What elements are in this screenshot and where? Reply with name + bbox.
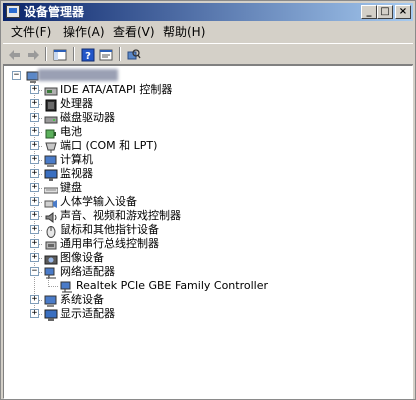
menu-file[interactable]: 文件(F) (11, 24, 51, 40)
tree-item-disk[interactable]: + 磁盘驱动器 (4, 111, 412, 125)
tree-item-ports[interactable]: + 端口 (COM 和 LPT) (4, 139, 412, 153)
expand-toggle[interactable]: + (30, 253, 39, 262)
keyboard-icon (43, 181, 59, 194)
tree-item-label: 磁盘驱动器 (60, 111, 115, 124)
minimize-button[interactable]: _ (361, 5, 377, 19)
tree-item-label: 通用串行总线控制器 (60, 237, 159, 250)
tree-item-system[interactable]: + 系统设备 (4, 293, 412, 307)
title-bar[interactable]: 设备管理器 _ □ × (3, 3, 413, 21)
toolbar-separator (73, 47, 75, 61)
tree-item-usb[interactable]: + 通用串行总线控制器 (4, 237, 412, 251)
expand-toggle[interactable]: + (30, 141, 39, 150)
expand-toggle[interactable]: + (30, 99, 39, 108)
expand-toggle[interactable]: + (30, 211, 39, 220)
tree-item-mouse[interactable]: + 鼠标和其他指针设备 (4, 223, 412, 238)
ide-controller-icon (44, 83, 58, 96)
tree-item-label: 端口 (COM 和 LPT) (60, 139, 158, 152)
expand-toggle[interactable]: + (30, 183, 39, 192)
device-manager-window: 设备管理器 _ □ × 文件(F) 操作(A) 查看(V) 帮助(H) ? − … (0, 0, 416, 400)
menu-view[interactable]: 查看(V) (113, 24, 155, 40)
device-manager-icon (6, 5, 20, 18)
tree-item-label: 系统设备 (60, 293, 104, 306)
port-icon (44, 139, 58, 153)
expand-toggle[interactable]: + (30, 169, 39, 178)
tree-item-battery[interactable]: + 电池 (4, 125, 412, 139)
maximize-button[interactable]: □ (377, 5, 393, 19)
expand-toggle[interactable]: + (30, 309, 39, 318)
expand-toggle[interactable]: + (30, 295, 39, 304)
tree-item-computer[interactable]: + 计算机 (4, 153, 412, 167)
tree-item-label: IDE ATA/ATAPI 控制器 (60, 83, 173, 96)
expand-toggle[interactable]: + (30, 85, 39, 94)
expand-toggle[interactable]: + (30, 113, 39, 122)
tree-item-label: 声音、视频和游戏控制器 (60, 209, 181, 222)
monitor-icon (44, 167, 58, 181)
tree-item-monitor[interactable]: + 监视器 (4, 167, 412, 181)
toolbar-separator (119, 47, 121, 61)
camera-icon (44, 251, 58, 265)
tree-item-network[interactable]: − 网络适配器 (4, 265, 412, 279)
tree-item-label: Realtek PCIe GBE Family Controller (76, 279, 269, 292)
back-arrow-icon[interactable] (8, 47, 22, 61)
tree-item-label: 图像设备 (60, 251, 104, 264)
expand-toggle[interactable]: + (30, 225, 39, 234)
tree-item-label: 监视器 (60, 167, 93, 180)
tree-item-imaging[interactable]: + 图像设备 (4, 251, 412, 265)
tree-item-label: 鼠标和其他指针设备 (60, 223, 159, 236)
tree-item-ide[interactable]: + IDE ATA/ATAPI 控制器 (4, 83, 412, 97)
scan-hardware-icon[interactable] (127, 47, 141, 61)
forward-arrow-icon[interactable] (26, 47, 40, 61)
hid-icon (44, 195, 58, 208)
menu-help[interactable]: 帮助(H) (163, 24, 205, 40)
network-adapter-icon (44, 265, 58, 279)
disk-drive-icon (44, 111, 58, 124)
expand-toggle[interactable]: + (30, 239, 39, 248)
expand-toggle[interactable]: + (30, 155, 39, 164)
tree-item-processor[interactable]: + 处理器 (4, 97, 412, 112)
expand-toggle[interactable]: + (30, 127, 39, 136)
battery-icon (44, 125, 58, 139)
toolbar-separator (45, 47, 47, 61)
collapse-toggle[interactable]: − (30, 267, 39, 276)
processor-icon (44, 97, 58, 112)
tree-item-realtek[interactable]: Realtek PCIe GBE Family Controller (4, 279, 412, 293)
tree-item-hid[interactable]: + 人体学输入设备 (4, 195, 412, 209)
tree-item-label: 处理器 (60, 97, 93, 110)
svg-text:?: ? (85, 51, 91, 62)
tree-item-display[interactable]: + 显示适配器 (4, 307, 412, 321)
help-icon[interactable]: ? (81, 47, 95, 62)
menu-action[interactable]: 操作(A) (63, 24, 105, 40)
expand-toggle[interactable]: + (30, 197, 39, 206)
tree-item-label: 显示适配器 (60, 307, 115, 320)
usb-icon (44, 237, 58, 250)
tree-item-keyboard[interactable]: + 键盘 (4, 181, 412, 195)
sound-icon (44, 209, 58, 223)
tree-item-label: 键盘 (60, 181, 82, 194)
tree-item-label: 电池 (60, 125, 82, 138)
menu-bar: 文件(F) 操作(A) 查看(V) 帮助(H) (3, 22, 413, 42)
device-tree: − + IDE ATA/ATAPI 控制器 + 处理器 + 磁盘驱动器 + 电池… (3, 65, 413, 399)
tree-line (48, 286, 58, 287)
computer-icon (44, 153, 58, 167)
tree-item-label: 网络适配器 (60, 265, 115, 278)
toolbar: ? (3, 43, 413, 65)
collapse-toggle[interactable]: − (12, 71, 21, 80)
redacted-computer-name (38, 69, 118, 81)
show-hide-console-tree-icon[interactable] (53, 47, 67, 61)
window-title: 设备管理器 (24, 5, 85, 19)
tree-root[interactable]: − (4, 69, 412, 83)
system-device-icon (44, 293, 58, 307)
tree-item-label: 人体学输入设备 (60, 195, 137, 208)
mouse-icon (44, 223, 58, 238)
tree-item-label: 计算机 (60, 153, 93, 166)
close-button[interactable]: × (395, 5, 411, 19)
tree-item-sound[interactable]: + 声音、视频和游戏控制器 (4, 209, 412, 223)
display-adapter-icon (44, 307, 58, 321)
properties-icon[interactable] (99, 47, 113, 61)
network-card-icon (60, 279, 74, 293)
